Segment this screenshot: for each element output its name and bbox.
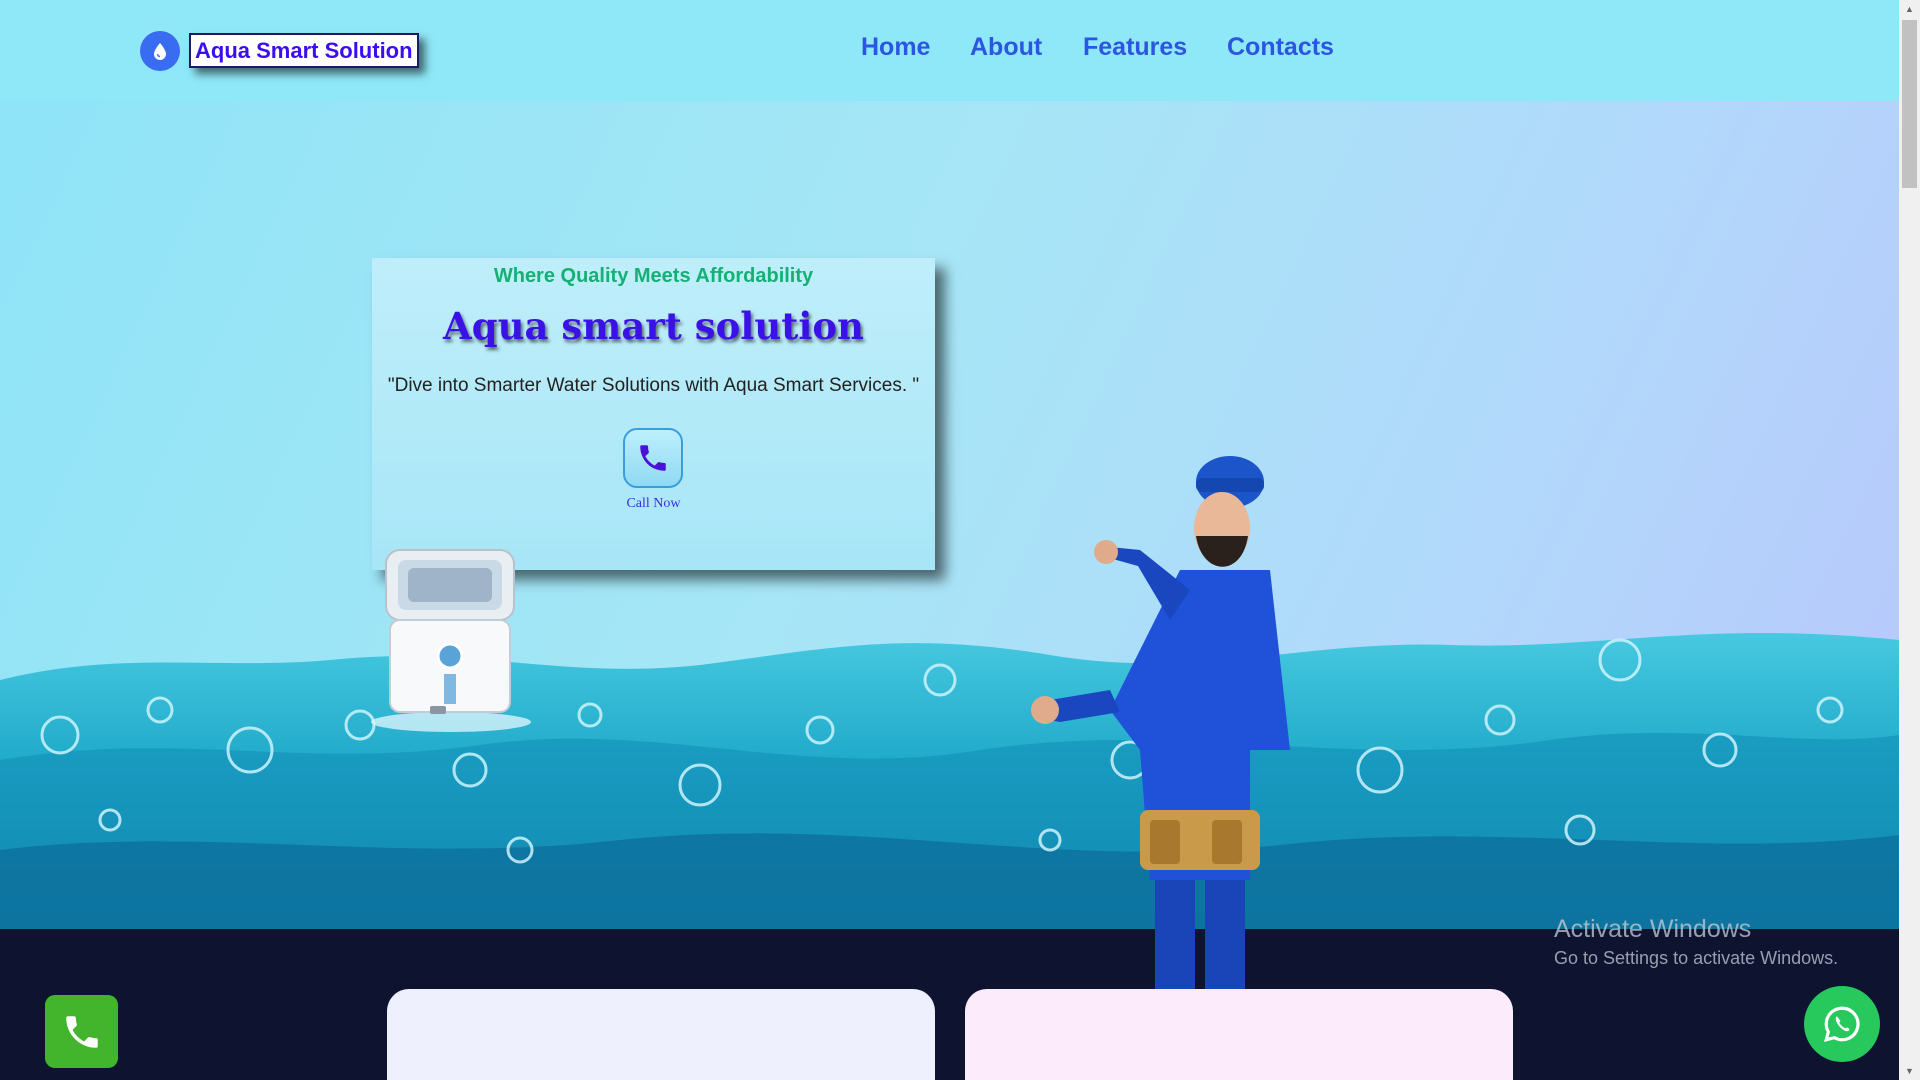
nav-contacts[interactable]: Contacts <box>1227 33 1334 62</box>
whatsapp-icon <box>1824 1006 1860 1042</box>
feature-card-1 <box>387 989 935 1080</box>
hero-tagline: Where Quality Meets Affordability <box>493 265 814 287</box>
phone-icon <box>640 445 666 471</box>
water-drop-icon[interactable] <box>140 31 180 71</box>
phone-icon <box>65 1015 98 1048</box>
call-now-label[interactable]: Call Now <box>372 496 935 512</box>
watermark-title: Activate Windows <box>1554 915 1752 943</box>
nav-about[interactable]: About <box>970 33 1042 62</box>
windows-activation-watermark: Activate Windows Go to Settings to activ… <box>1554 915 1838 969</box>
nav-home[interactable]: Home <box>861 33 930 62</box>
nav-features[interactable]: Features <box>1083 33 1187 62</box>
navbar: Aqua Smart Solution Home About Features … <box>0 0 1899 101</box>
whatsapp-button[interactable] <box>1804 986 1880 1062</box>
hero-quote: "Dive into Smarter Water Solutions with … <box>387 375 920 396</box>
water-waves-image <box>0 633 1899 929</box>
floating-call-button[interactable] <box>45 995 118 1068</box>
feature-card-2 <box>965 989 1513 1080</box>
scroll-down-icon[interactable]: ▼ <box>1899 1062 1920 1080</box>
page-scrollbar[interactable]: ▲ ▼ <box>1899 0 1920 1080</box>
plumber-image <box>1031 456 1290 990</box>
scroll-up-icon[interactable]: ▲ <box>1899 0 1920 18</box>
page: Aqua Smart Solution Home About Features … <box>0 0 1899 1080</box>
watermark-subtitle: Go to Settings to activate Windows. <box>1554 948 1839 968</box>
hero-section <box>0 0 1899 929</box>
call-now-button[interactable] <box>623 428 683 488</box>
hero-title: Aqua smart solution <box>443 304 864 348</box>
hero-card: Where Quality Meets Affordability Aqua s… <box>372 258 935 570</box>
brand-name[interactable]: Aqua Smart Solution <box>189 33 419 68</box>
water-purifier-image <box>371 549 531 732</box>
scrollbar-thumb[interactable] <box>1902 20 1917 188</box>
